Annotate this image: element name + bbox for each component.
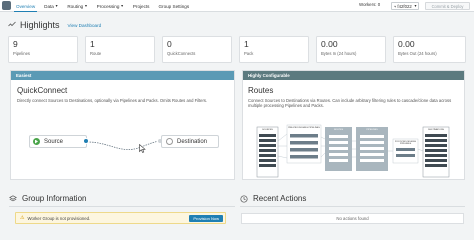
stat-value: 9 — [13, 39, 18, 49]
chevron-down-icon: ▼ — [54, 4, 59, 8]
destination-label: Destination — [177, 138, 208, 145]
cursor-icon — [139, 144, 146, 153]
stat-card-packs[interactable]: 1 Pack — [239, 36, 309, 63]
destination-node[interactable]: Destination — [161, 135, 219, 148]
commit-deploy-button[interactable]: Commit & Deploy — [425, 2, 470, 10]
stat-value: 1 — [90, 39, 95, 49]
recent-actions-header: Recent Actions — [240, 194, 306, 203]
chevron-down-icon: ▼ — [84, 4, 88, 8]
stat-label: Pipelines — [13, 51, 30, 56]
chevron-down-icon: ▼ — [413, 4, 418, 8]
stat-value: 0.00 — [398, 39, 415, 49]
diagram-pipelines-label: PIPELINES — [366, 129, 378, 131]
source-icon — [33, 138, 40, 145]
view-dashboard-link[interactable]: View Dashboard — [68, 23, 102, 28]
stat-card-quickconnects[interactable]: 0 QuickConnects — [162, 36, 232, 63]
clock-icon — [240, 194, 248, 203]
branch-icon: ⑂ — [394, 3, 397, 9]
stat-value: 0 — [167, 39, 172, 49]
source-port-handle[interactable] — [83, 138, 89, 144]
destination-icon — [166, 138, 173, 145]
stat-card-bytes-out[interactable]: 0.00 Bytes Out (24 hours) — [393, 36, 466, 63]
stat-value: 0.00 — [321, 39, 338, 49]
diagram-destinations-label: DESTINATIONS — [427, 129, 444, 131]
nav-processing[interactable]: Processing ▼ — [97, 0, 124, 12]
warning-text: Worker Group is not provisioned. — [27, 215, 91, 221]
routes-diagram — [256, 124, 450, 178]
main-nav: Overview Data ▼ Routing ▼ Processing ▼ Proj… — [13, 0, 189, 12]
nav-overview[interactable]: Overview — [13, 0, 38, 12]
provision-now-button[interactable]: Provision Now — [189, 215, 223, 222]
nav-label: Data — [44, 3, 54, 9]
nav-group-settings[interactable]: Group Settings — [158, 0, 189, 12]
not-provisioned-banner: ⚠ Worker Group is not provisioned. Provi… — [15, 212, 226, 224]
nav-label: Group Settings — [158, 3, 190, 9]
nav-label: Projects — [132, 3, 150, 9]
stat-label: Bytes In (24 hours) — [321, 51, 357, 56]
stat-card-bytes-in[interactable]: 0.00 Bytes In (24 hours) — [316, 36, 386, 63]
nav-routing[interactable]: Routing ▼ — [67, 0, 87, 12]
divider — [240, 206, 465, 207]
nav-data[interactable]: Data ▼ — [44, 0, 58, 12]
chevron-down-icon: ▼ — [120, 4, 124, 8]
version-label: f42f022 — [397, 3, 412, 9]
highlights-title: Highlights — [20, 20, 60, 30]
stat-label: Bytes Out (24 hours) — [398, 51, 437, 56]
recent-actions-empty: No actions found — [241, 213, 464, 224]
source-node[interactable]: Source — [29, 135, 87, 148]
nav-projects[interactable]: Projects — [133, 0, 150, 12]
stat-card-routes[interactable]: 1 Route — [85, 36, 155, 63]
group-icon — [9, 194, 17, 201]
nav-label: Routing — [67, 3, 84, 9]
recent-actions-title: Recent Actions — [253, 194, 307, 203]
group-info-header: Group Information — [9, 194, 86, 203]
stat-card-pipelines[interactable]: 9 Pipelines — [8, 36, 78, 63]
quickconnect-panel[interactable]: Easiest QuickConnect Directly connect So… — [10, 70, 235, 180]
nav-label: Overview — [16, 3, 36, 9]
warning-icon: ⚠ — [20, 215, 25, 221]
nav-label: Processing — [96, 3, 120, 9]
diagram-sources-label: SOURCES — [262, 129, 273, 131]
source-label: Source — [44, 138, 64, 145]
stat-label: Pack — [244, 51, 254, 56]
group-info-title: Group Information — [22, 194, 87, 203]
routes-panel[interactable]: Highly Configurable Routes Connect Sourc… — [242, 70, 465, 180]
workers-count[interactable]: Workers: 0 — [359, 2, 380, 7]
top-bar: Overview Data ▼ Routing ▼ Processing ▼ Proj… — [0, 0, 474, 12]
highlights-header: Highlights View Dashboard — [8, 20, 101, 30]
connection-line — [86, 140, 164, 150]
diagram-pre-label: PRE-PROCESSING PIPELINES — [288, 127, 320, 129]
diagram-routes-label: ROUTES — [333, 129, 344, 131]
stat-label: QuickConnects — [167, 51, 196, 56]
app-logo-icon[interactable] — [2, 1, 11, 10]
highlights-icon — [8, 21, 16, 27]
stat-label: Route — [90, 51, 102, 56]
divider — [9, 206, 235, 207]
diagram-post-label: POST-PROCESSING PIPELINES — [394, 141, 417, 145]
stat-value: 1 — [244, 39, 249, 49]
version-select[interactable]: ⑂ f42f022 ▼ — [391, 2, 419, 10]
